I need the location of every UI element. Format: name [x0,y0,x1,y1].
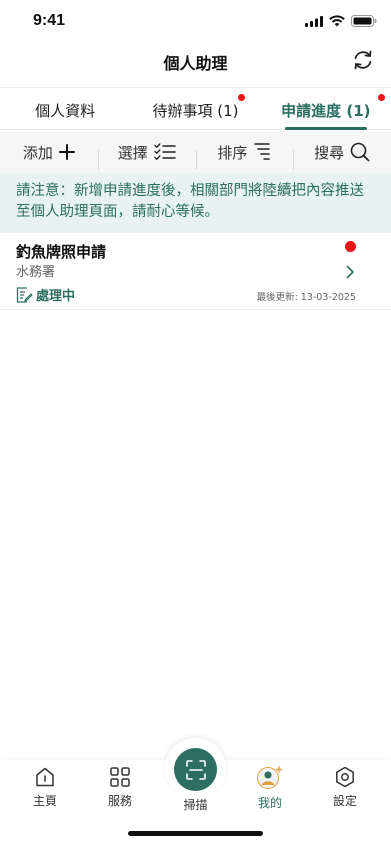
battery-icon [351,15,377,27]
status-time: 9:41 [33,12,66,29]
application-card[interactable]: 釣魚牌照申請 水務署 處理中 最後更新: 13-03-2025 [0,233,391,310]
application-status: 處理中 [16,285,75,304]
app-header: 個人助理 [0,44,391,88]
nav-scan-label: 掃描 [183,798,208,812]
home-indicator [128,831,263,836]
sort-label: 排序 [217,143,248,162]
plus-icon [58,144,75,160]
nav-services-label: 服務 [107,794,132,808]
search-label: 搜尋 [314,143,345,162]
page-title: 個人助理 [163,54,228,73]
status-bar: 9:41 [0,0,391,44]
tab-application-progress[interactable]: 申請進度 (1) [261,88,391,130]
nav-home[interactable]: 主頁 [15,766,75,809]
nav-mine[interactable]: 我的 [240,766,300,811]
active-tab-indicator [284,127,367,130]
application-title: 釣魚牌照申請 [16,243,107,261]
nav-home-label: 主頁 [32,794,57,808]
add-button[interactable]: 添加 [0,142,98,163]
bottom-nav: 主頁 服務 掃描 我的 設定 [0,738,391,844]
notice-text: 請注意：新增申請進度後，相關部門將陸續把內容推送至個人助理頁面，請耐心等候。 [16,183,364,220]
refresh-icon[interactable] [351,48,375,72]
toolbar: 添加 選擇 排序 搜尋 [0,131,391,173]
tab-label: 個人資料 [35,102,96,120]
settings-hexagon-icon [336,766,354,788]
tab-bar: 個人資料 待辦事項 (1) 申請進度 (1) [0,88,391,130]
select-label: 選擇 [117,143,148,162]
notification-dot [377,94,385,101]
wifi-icon [329,15,345,27]
select-button[interactable]: 選擇 [97,142,196,170]
tab-label: 待辦事項 (1) [152,102,239,120]
notification-dot [237,94,245,101]
checklist-icon [153,143,176,160]
search-icon [350,142,370,162]
user-avatar-icon [257,766,283,789]
status-text: 處理中 [36,289,76,304]
application-department: 水務署 [16,265,56,280]
tab-todo[interactable]: 待辦事項 (1) [130,88,260,129]
grid-icon [110,767,130,787]
notice-banner: 請注意：新增申請進度後，相關部門將陸續把內容推送至個人助理頁面，請耐心等候。 [0,173,391,233]
nav-services[interactable]: 服務 [90,766,150,809]
signal-icon [305,15,323,27]
add-label: 添加 [22,143,53,162]
chevron-right-icon[interactable] [346,265,355,279]
status-icons [305,15,377,27]
document-edit-icon [16,286,33,303]
sort-button[interactable]: 排序 [195,142,294,170]
scan-button[interactable] [174,748,217,791]
home-icon [36,767,54,787]
unread-dot [345,241,356,252]
nav-settings[interactable]: 設定 [315,766,375,809]
nav-settings-label: 設定 [332,794,357,808]
last-updated: 最後更新: 13-03-2025 [256,292,356,303]
nav-mine-label: 我的 [257,796,282,810]
scan-icon [185,759,206,780]
search-button[interactable]: 搜尋 [293,142,391,170]
tab-personal-info[interactable]: 個人資料 [0,88,130,129]
tab-label: 申請進度 (1) [281,102,371,120]
sort-icon [254,143,271,160]
